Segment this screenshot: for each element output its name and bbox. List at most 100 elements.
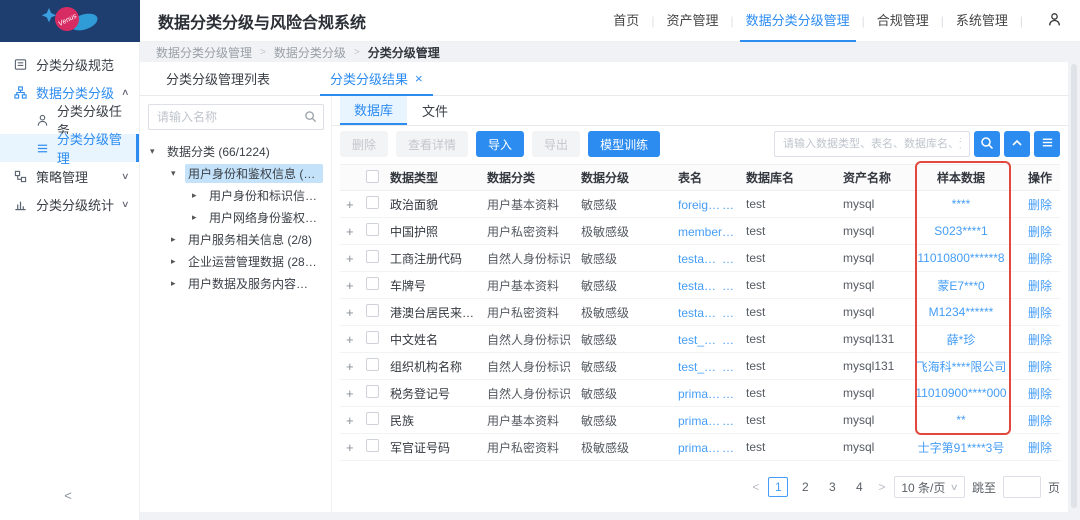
nav-item-1[interactable]: 首页 bbox=[611, 0, 641, 42]
vertical-scrollbar[interactable] bbox=[1071, 64, 1077, 508]
tree-node[interactable]: ▸用户数据及服务内容信息 (2/8) bbox=[148, 272, 323, 294]
table-name-link[interactable]: testa1000 bbox=[678, 306, 722, 320]
sidebar-item-策略管理[interactable]: 策略管理∨ bbox=[0, 162, 139, 190]
sidebar-collapse-button[interactable]: < bbox=[58, 488, 78, 508]
nav-item-4[interactable]: 合规管理 bbox=[875, 0, 931, 42]
模型训练-button[interactable]: 模型训练 bbox=[588, 131, 660, 157]
row-checkbox[interactable] bbox=[366, 304, 379, 317]
sample-data-link[interactable]: 蒙E7***0 bbox=[914, 277, 1012, 294]
caret-down-icon[interactable]: ▾ bbox=[171, 168, 181, 179]
expand-row-button[interactable]: + bbox=[340, 413, 366, 428]
caret-right-icon[interactable]: ▸ bbox=[192, 212, 202, 223]
table-name-link[interactable]: primaryk... bbox=[678, 387, 722, 401]
row-checkbox[interactable] bbox=[366, 196, 379, 209]
tab-数据库[interactable]: 数据库 bbox=[340, 96, 407, 125]
tree-node[interactable]: ▸企业运营管理数据 (28/1218) bbox=[148, 250, 323, 272]
nav-item-5[interactable]: 系统管理 bbox=[954, 0, 1010, 42]
page-button-4[interactable]: 4 bbox=[849, 477, 869, 497]
sample-data-link[interactable]: 薛*珍 bbox=[914, 331, 1012, 348]
delete-row-link[interactable]: 删除 bbox=[1028, 198, 1052, 212]
column-settings-button[interactable] bbox=[1034, 131, 1060, 157]
table-name-link[interactable]: testa50000 bbox=[678, 252, 722, 266]
delete-row-link[interactable]: 删除 bbox=[1028, 225, 1052, 239]
caret-right-icon[interactable]: ▸ bbox=[171, 278, 181, 289]
table-name-link[interactable]: testa50000 bbox=[678, 279, 722, 293]
row-checkbox[interactable] bbox=[366, 223, 379, 236]
tree-node[interactable]: ▾用户身份和鉴权信息 (34/62) bbox=[148, 162, 323, 184]
delete-row-link[interactable]: 删除 bbox=[1028, 279, 1052, 293]
column-header-操作: 操作 bbox=[1012, 169, 1060, 186]
expand-row-button[interactable]: + bbox=[340, 359, 366, 374]
tab-分类分级结果[interactable]: 分类分级结果× bbox=[320, 62, 433, 95]
jump-page-input[interactable] bbox=[1003, 476, 1041, 498]
table-name-link[interactable]: test_data bbox=[678, 360, 722, 374]
tree-search-input[interactable] bbox=[148, 104, 324, 130]
row-checkbox[interactable] bbox=[366, 277, 379, 290]
row-checkbox[interactable] bbox=[366, 439, 379, 452]
row-checkbox[interactable] bbox=[366, 250, 379, 263]
tree-node[interactable]: ▸用户身份和标识信息 (34/62) bbox=[148, 184, 323, 206]
sample-data-link[interactable]: M1234****** bbox=[914, 305, 1012, 319]
nav-item-3[interactable]: 数据分类分级管理 bbox=[744, 0, 852, 42]
select-all-checkbox[interactable] bbox=[366, 170, 379, 183]
nav-item-2[interactable]: 资产管理 bbox=[664, 0, 720, 42]
tab-文件[interactable]: 文件 bbox=[407, 96, 463, 125]
导入-button[interactable]: 导入 bbox=[476, 131, 524, 157]
expand-row-button[interactable]: + bbox=[340, 278, 366, 293]
table-name-link[interactable]: member bbox=[678, 225, 722, 239]
sample-data-link[interactable]: 11010800******8 bbox=[914, 251, 1012, 265]
breadcrumb-item[interactable]: 数据分类分级管理 bbox=[156, 44, 252, 61]
expand-row-button[interactable]: + bbox=[340, 332, 366, 347]
close-icon[interactable]: × bbox=[415, 71, 423, 86]
sidebar-item-分类分级管理[interactable]: 分类分级管理 bbox=[0, 134, 139, 162]
prev-page-button[interactable]: < bbox=[750, 480, 761, 494]
delete-row-link[interactable]: 删除 bbox=[1028, 441, 1052, 455]
row-checkbox[interactable] bbox=[366, 385, 379, 398]
row-checkbox[interactable] bbox=[366, 331, 379, 344]
expand-row-button[interactable]: + bbox=[340, 305, 366, 320]
expand-row-button[interactable]: + bbox=[340, 197, 366, 212]
page-button-2[interactable]: 2 bbox=[795, 477, 815, 497]
page-size-select[interactable]: 10 条/页∨ bbox=[894, 476, 965, 498]
caret-right-icon[interactable]: ▸ bbox=[171, 234, 181, 245]
page-button-1[interactable]: 1 bbox=[768, 477, 788, 497]
caret-right-icon[interactable]: ▸ bbox=[192, 190, 202, 201]
tab-分类分级管理列表[interactable]: 分类分级管理列表 bbox=[156, 62, 280, 95]
delete-row-link[interactable]: 删除 bbox=[1028, 252, 1052, 266]
next-page-button[interactable]: > bbox=[876, 480, 887, 494]
table-name-link[interactable]: primaryk... bbox=[678, 441, 722, 455]
sample-data-link[interactable]: 飞海科****限公司 bbox=[914, 358, 1012, 375]
page-button-3[interactable]: 3 bbox=[822, 477, 842, 497]
sample-data-link[interactable]: ** bbox=[914, 413, 1012, 427]
caret-down-icon[interactable]: ▾ bbox=[150, 146, 160, 157]
sample-data-link[interactable]: S023****1 bbox=[914, 224, 1012, 238]
search-button[interactable] bbox=[974, 131, 1000, 157]
expand-row-button[interactable]: + bbox=[340, 386, 366, 401]
row-checkbox[interactable] bbox=[366, 412, 379, 425]
table-search-input[interactable] bbox=[774, 131, 970, 157]
delete-row-link[interactable]: 删除 bbox=[1028, 360, 1052, 374]
tree-node[interactable]: ▸用户网络身份鉴权信息 (0/0) bbox=[148, 206, 323, 228]
delete-row-link[interactable]: 删除 bbox=[1028, 414, 1052, 428]
expand-row-button[interactable]: + bbox=[340, 440, 366, 455]
collapse-search-button[interactable] bbox=[1004, 131, 1030, 157]
delete-row-link[interactable]: 删除 bbox=[1028, 387, 1052, 401]
expand-row-button[interactable]: + bbox=[340, 251, 366, 266]
sample-data-link[interactable]: 11010900****000 bbox=[914, 386, 1012, 400]
sidebar-item-分类分级统计[interactable]: 分类分级统计∨ bbox=[0, 190, 139, 218]
delete-row-link[interactable]: 删除 bbox=[1028, 306, 1052, 320]
sample-data-link[interactable]: 士字第91****3号 bbox=[914, 439, 1012, 456]
table-name-link[interactable]: test_data bbox=[678, 333, 722, 347]
sample-data-link[interactable]: **** bbox=[914, 197, 1012, 211]
caret-right-icon[interactable]: ▸ bbox=[171, 256, 181, 267]
sidebar-item-分类分级规范[interactable]: 分类分级规范 bbox=[0, 50, 139, 78]
row-checkbox[interactable] bbox=[366, 358, 379, 371]
user-button[interactable] bbox=[1047, 12, 1062, 30]
expand-row-button[interactable]: + bbox=[340, 224, 366, 239]
table-name-link[interactable]: primaryk... bbox=[678, 414, 722, 428]
table-name-link[interactable]: foreignke... bbox=[678, 198, 722, 212]
tree-node[interactable]: ▾数据分类 (66/1224) bbox=[148, 140, 323, 162]
breadcrumb-item[interactable]: 数据分类分级 bbox=[274, 44, 346, 61]
tree-node[interactable]: ▸用户服务相关信息 (2/8) bbox=[148, 228, 323, 250]
delete-row-link[interactable]: 删除 bbox=[1028, 333, 1052, 347]
